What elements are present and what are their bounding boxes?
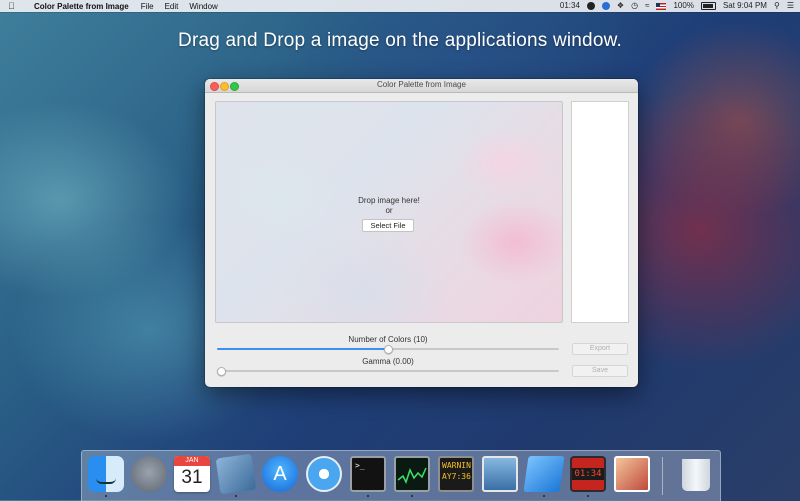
menu-file[interactable]: File [141, 2, 154, 11]
or-text: or [385, 206, 393, 215]
menu-bar:  Color Palette from Image File Edit Win… [0, 0, 800, 12]
gamma-slider[interactable] [217, 367, 559, 376]
window-title: Color Palette from Image [377, 80, 466, 89]
running-indicator [411, 495, 413, 497]
save-button[interactable]: Save [572, 365, 628, 377]
terminal-prompt: >_ [355, 461, 365, 470]
xcode-icon[interactable] [523, 456, 565, 492]
calendar-month: JAN [174, 456, 210, 466]
battery-icon[interactable] [700, 2, 716, 10]
image-drop-zone[interactable]: Drop image here! or Select File [215, 101, 563, 323]
select-file-button[interactable]: Select File [362, 219, 414, 232]
console-icon[interactable]: WARNIN AY7:36 [438, 456, 474, 492]
terminal-icon[interactable]: >_ [350, 456, 386, 492]
status-circle-icon[interactable] [586, 2, 595, 10]
activity-graph-icon [397, 467, 427, 484]
menu-edit[interactable]: Edit [165, 2, 179, 11]
wifi-icon[interactable]: ≈ [645, 0, 649, 12]
clock-icon[interactable]: 01:34 [570, 456, 606, 492]
battery-percent[interactable]: 100% [673, 0, 693, 12]
dock: JAN 31 A >_ WARNIN AY7:36 01:34 [81, 450, 721, 501]
menu-app-name[interactable]: Color Palette from Image [34, 2, 129, 11]
safari-icon[interactable] [306, 456, 342, 492]
menu-datetime[interactable]: Sat 9:04 PM [723, 0, 767, 12]
palette-output-panel [571, 101, 629, 323]
sync-icon[interactable] [601, 2, 610, 10]
preview-icon[interactable] [215, 453, 257, 495]
app-window: Color Palette from Image Drop image here… [205, 79, 638, 387]
colors-slider-knob[interactable] [384, 345, 393, 354]
colors-slider-label: Number of Colors (10) [348, 335, 428, 344]
trash-icon[interactable] [682, 459, 710, 491]
export-button[interactable]: Export [572, 343, 628, 355]
running-indicator [367, 495, 369, 497]
apple-menu-icon[interactable]:  [8, 1, 20, 11]
gamma-slider-label: Gamma (0.00) [362, 357, 414, 366]
running-indicator [105, 495, 107, 497]
activity-monitor-icon[interactable] [394, 456, 430, 492]
colors-slider-fill [217, 348, 388, 350]
console-text: WARNIN AY7:36 [442, 461, 471, 481]
menu-extras: 01:34 ❖ ◷ ≈ 100% Sat 9:04 PM ⚲ ☰ [560, 0, 794, 12]
launchpad-icon[interactable] [131, 456, 167, 492]
clock-display: 01:34 [572, 468, 604, 480]
photos-icon[interactable] [614, 456, 650, 492]
image-viewer-icon[interactable] [482, 456, 518, 492]
window-titlebar[interactable]: Color Palette from Image [205, 79, 638, 93]
spotlight-search-icon[interactable]: ⚲ [774, 0, 780, 12]
drop-text: Drop image here! [358, 196, 420, 205]
colors-slider[interactable] [217, 345, 559, 354]
notification-center-icon[interactable]: ☰ [787, 0, 794, 12]
running-indicator [587, 495, 589, 497]
running-indicator [543, 495, 545, 497]
input-source-flag-icon[interactable] [656, 2, 667, 10]
menu-window[interactable]: Window [189, 2, 217, 11]
drop-message: Drop image here! or [216, 196, 562, 216]
running-indicator [235, 495, 237, 497]
time-machine-icon[interactable]: ◷ [631, 0, 638, 12]
gamma-slider-knob[interactable] [217, 367, 226, 376]
instruction-headline: Drag and Drop a image on the application… [178, 30, 622, 51]
app-store-icon[interactable]: A [262, 456, 298, 492]
dropbox-icon[interactable]: ❖ [617, 0, 624, 12]
dock-separator [662, 457, 663, 495]
calendar-day: 31 [181, 467, 203, 488]
calendar-icon[interactable]: JAN 31 [174, 456, 210, 492]
menu-clock-status[interactable]: 01:34 [560, 0, 580, 12]
finder-icon[interactable] [88, 456, 124, 492]
